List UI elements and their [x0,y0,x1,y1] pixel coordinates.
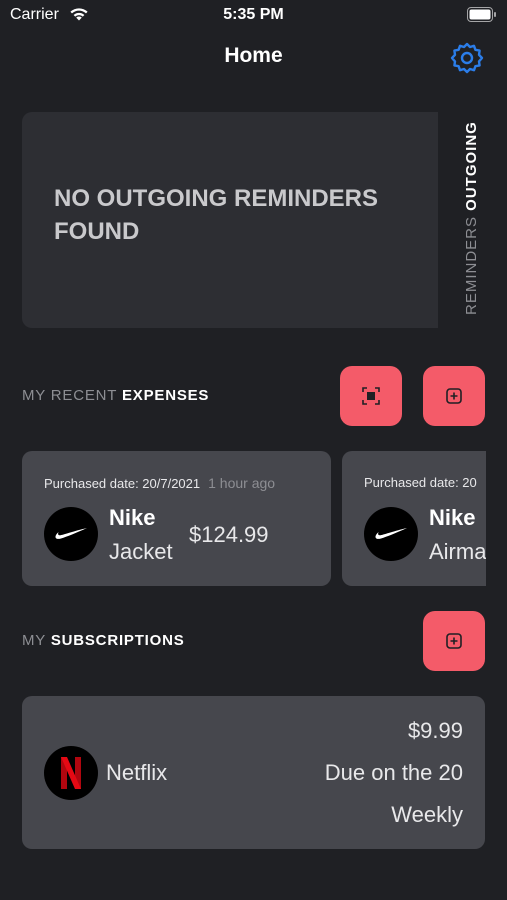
status-bar: Carrier 5:35 PM [0,0,507,32]
expenses-section-label: MY RECENT EXPENSES [22,387,209,404]
expense-brand: Nike [109,505,156,530]
tab-outgoing[interactable]: OUTGOING [463,121,480,211]
reminders-tabs[interactable]: REMINDERS OUTGOING [460,115,484,315]
scan-icon [362,387,380,405]
add-expense-button[interactable] [423,366,485,426]
subscription-price: $9.99 [407,718,463,743]
expense-brand: Nike [429,505,476,530]
gear-icon [450,42,484,74]
expense-price: $124.99 [189,522,269,547]
plus-square-icon [446,633,462,649]
subscription-name: Netflix [106,760,168,785]
battery-icon [467,7,497,27]
subscription-due: Due on the 20 [324,760,463,785]
tab-reminders[interactable]: REMINDERS [463,216,480,315]
expense-product: Airma [429,539,486,564]
reminders-card: NO OUTGOING REMINDERS FOUND [22,112,462,328]
purchase-date-line: Purchased date: 20 [364,475,477,490]
subscriptions-label-prefix: MY [22,632,46,649]
purchase-time-ago: 1 hour ago [208,475,276,491]
purchase-date-line: Purchased date: 20/7/2021 1 hour ago [44,475,275,491]
netflix-n-icon [61,757,81,789]
subscriptions-section-label: MY SUBSCRIPTIONS [22,632,185,649]
brand-logo [44,507,98,561]
expenses-carousel[interactable]: Purchased date: 20/7/2021 1 hour ago Nike… [0,440,486,600]
page-title: Home [224,44,283,67]
settings-button[interactable] [449,41,485,77]
subscriptions-label-main: SUBSCRIPTIONS [50,632,185,649]
nike-swoosh-icon [55,528,87,539]
subscription-frequency: Weekly [391,802,463,827]
nike-swoosh-icon [375,528,407,539]
subscription-logo [44,746,98,800]
status-time: 5:35 PM [223,6,284,23]
purchase-date: Purchased date: 20 [364,475,477,490]
add-subscription-button[interactable] [423,611,485,671]
plus-square-icon [446,388,462,404]
scan-receipt-button[interactable] [340,366,402,426]
expense-product: Jacket [109,539,173,564]
purchase-date: Purchased date: 20/7/2021 [44,476,201,491]
brand-logo [364,507,418,561]
expense-card[interactable]: Purchased date: 20/7/2021 1 hour ago Nike… [22,451,331,586]
expenses-label-prefix: MY RECENT [22,387,117,404]
subscription-card[interactable]: Netflix $9.99 Due on the 20 Weekly [22,696,485,849]
expense-card[interactable]: Purchased date: 20 Nike Airma [342,451,486,586]
expenses-label-main: EXPENSES [121,387,210,404]
empty-reminders-message: NO OUTGOING REMINDERS FOUND [54,185,379,245]
